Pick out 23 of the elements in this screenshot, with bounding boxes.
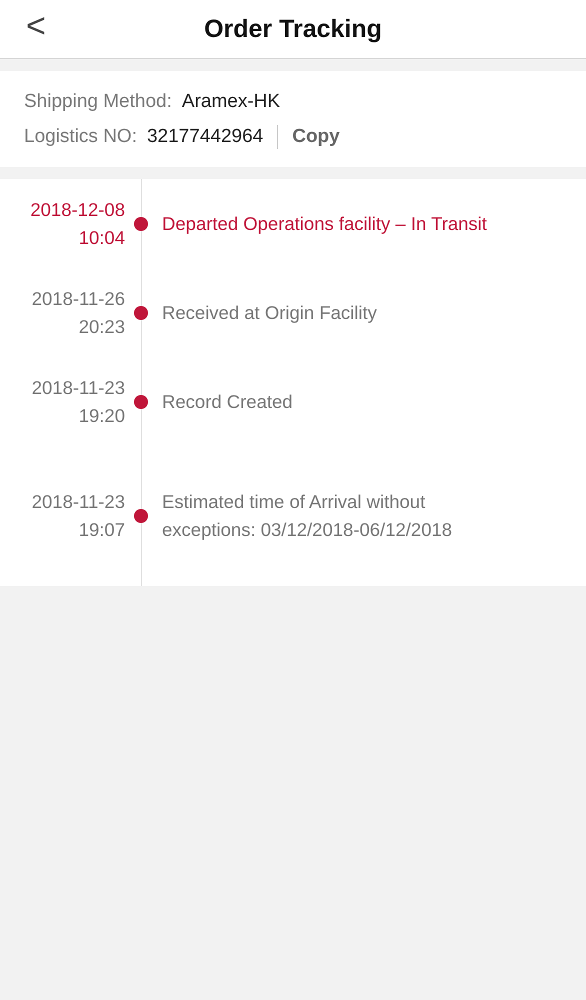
event-description: Record Created xyxy=(162,390,293,414)
event-description: Estimated time of Arrival without exceptions: 03/12/2018-06/12/2018 xyxy=(162,490,454,542)
event-date: 2018-11-23 xyxy=(32,376,125,400)
logistics-number-label: Logistics NO: xyxy=(24,126,137,148)
event-time: 20:23 xyxy=(78,314,125,338)
logistics-number-value: 32177442964 xyxy=(146,126,264,148)
timeline-dot xyxy=(134,394,148,408)
timeline-dot xyxy=(134,306,148,320)
back-button[interactable]: < xyxy=(22,8,50,46)
event-time: 19:20 xyxy=(78,404,125,428)
shipping-method-label: Shipping Method: xyxy=(24,91,172,113)
event-description: Departed Operations facility – In Transit xyxy=(162,212,487,236)
event-date: 2018-11-26 xyxy=(32,286,125,310)
timeline-dot xyxy=(134,216,148,230)
event-date: 2018-12-08 xyxy=(30,198,125,222)
timeline-dot xyxy=(134,509,148,523)
event-time: 10:04 xyxy=(78,226,125,250)
copy-button[interactable]: Copy xyxy=(292,126,340,148)
event-time: 19:07 xyxy=(78,518,125,542)
event-description: Received at Origin Facility xyxy=(162,300,377,325)
event-date: 2018-11-23 xyxy=(32,490,125,514)
page-title: Order Tracking xyxy=(204,14,382,44)
shipping-method-value: Aramex-HK xyxy=(182,91,280,113)
